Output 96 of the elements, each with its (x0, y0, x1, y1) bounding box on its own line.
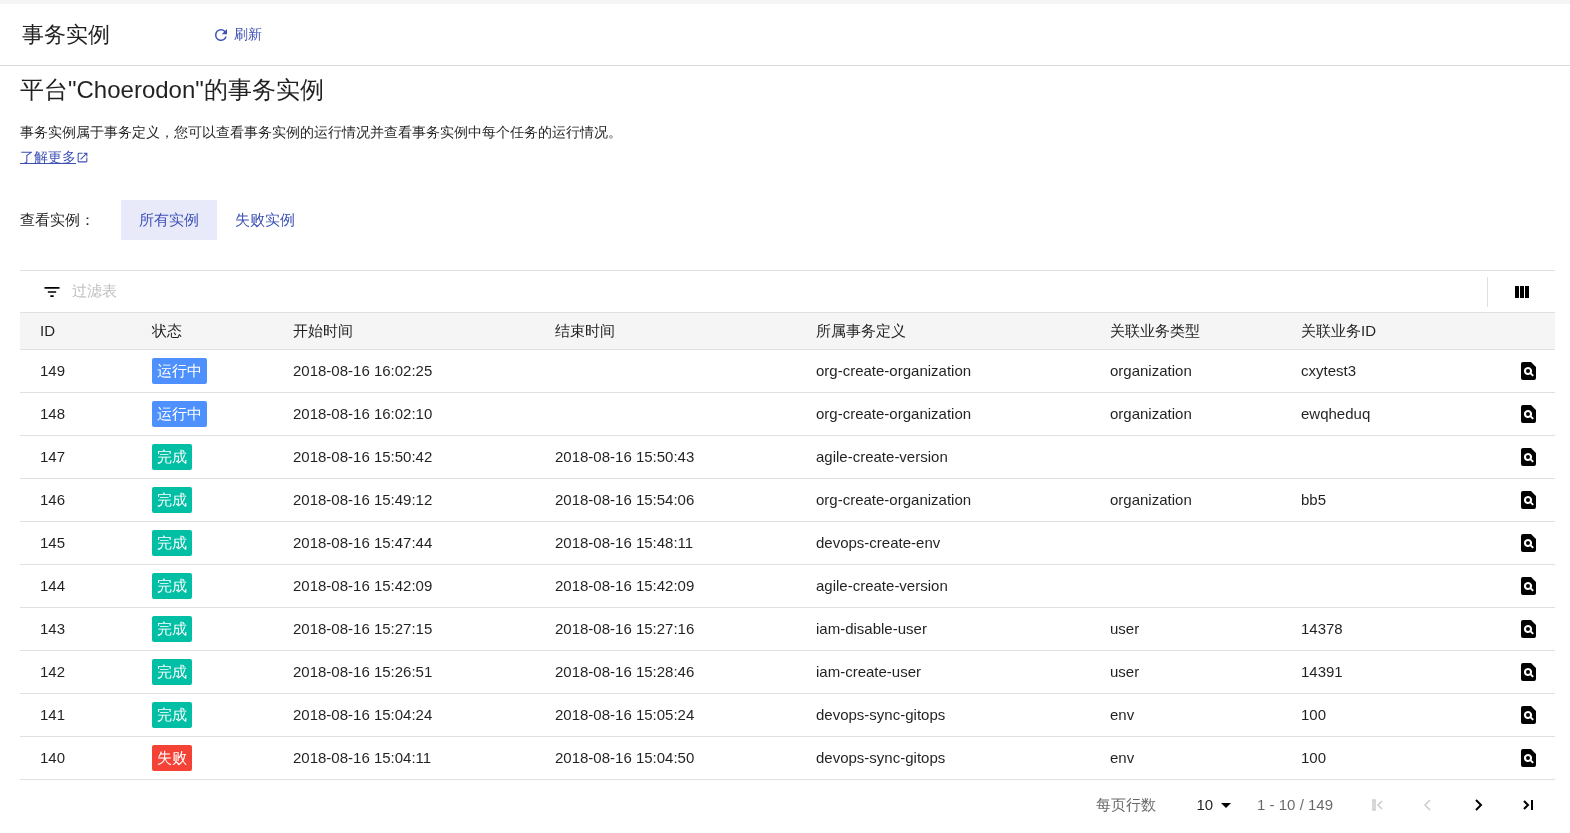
table-cell: 143 (40, 619, 66, 637)
view-details-icon[interactable] (1521, 362, 1537, 380)
table-cell: user (1110, 619, 1140, 637)
table-cell: 2018-08-16 15:50:42 (293, 447, 433, 465)
column-header: 状态 (152, 321, 182, 339)
status-badge: 完成 (152, 529, 192, 557)
learn-more-link[interactable]: 了解更多 (20, 145, 89, 170)
view-details-icon[interactable] (1521, 620, 1537, 638)
status-badge: 完成 (152, 486, 192, 514)
table-cell: devops-sync-gitops (816, 705, 946, 723)
table-cell: env (1110, 748, 1135, 766)
table-cell: 142 (40, 662, 66, 680)
table-cell: 2018-08-16 15:42:09 (555, 576, 695, 594)
status-badge: 运行中 (152, 357, 207, 385)
column-header: 结束时间 (555, 321, 615, 339)
table-cell: 2018-08-16 15:50:43 (555, 447, 695, 465)
table-cell: 2018-08-16 15:04:11 (293, 748, 432, 766)
table-cell: cxytest3 (1301, 361, 1357, 379)
table-cell: 14378 (1301, 619, 1343, 637)
table-cell: devops-create-env (816, 533, 941, 551)
table-cell: env (1110, 705, 1135, 723)
table-cell: 2018-08-16 15:27:15 (293, 619, 433, 637)
filter-input[interactable]: 过滤表 (72, 280, 1487, 303)
table-cell: 2018-08-16 15:47:44 (293, 533, 433, 551)
table-cell: iam-create-user (816, 662, 922, 680)
view-details-icon[interactable] (1521, 448, 1537, 466)
page-size-select[interactable]: 10 (1196, 793, 1232, 817)
status-badge: 完成 (152, 443, 192, 471)
table-cell: 141 (40, 705, 66, 723)
table-cell: iam-disable-user (816, 619, 927, 637)
table-cell: organization (1110, 490, 1192, 508)
table-cell: 100 (1301, 705, 1327, 723)
table-cell: 100 (1301, 748, 1327, 766)
table-cell: agile-create-version (816, 576, 948, 594)
last-page-icon (1521, 798, 1535, 812)
table-cell: 146 (40, 490, 66, 508)
column-header: 所属事务定义 (816, 321, 906, 339)
table-cell: org-create-organization (816, 361, 972, 379)
status-badge: 运行中 (152, 400, 207, 428)
table-cell: 2018-08-16 15:42:09 (293, 576, 433, 594)
status-badge: 完成 (152, 572, 192, 600)
table-cell: 2018-08-16 15:26:51 (293, 662, 433, 680)
external-link-icon (76, 151, 89, 164)
table-cell: organization (1110, 404, 1192, 422)
table-cell: 145 (40, 533, 66, 551)
table-cell: 2018-08-16 16:02:10 (293, 404, 433, 422)
table-cell: 148 (40, 404, 66, 422)
view-details-icon[interactable] (1521, 749, 1537, 767)
table-cell: agile-create-version (816, 447, 948, 465)
table-cell: 140 (40, 748, 66, 766)
refresh-button[interactable]: 刷新 (212, 24, 262, 45)
table-cell: 2018-08-16 15:28:46 (555, 662, 695, 680)
first-page-icon (1371, 798, 1385, 812)
status-badge: 完成 (152, 658, 192, 686)
table-cell: 2018-08-16 15:04:50 (555, 748, 695, 766)
column-header: ID (40, 321, 55, 339)
page-title: 平台"Choerodon"的事务实例 (20, 75, 325, 105)
table-cell: devops-sync-gitops (816, 748, 946, 766)
table-cell: 2018-08-16 15:27:16 (555, 619, 695, 637)
table-cell: 149 (40, 361, 66, 379)
view-details-icon[interactable] (1521, 706, 1537, 724)
table-cell: user (1110, 662, 1140, 680)
page-description: 事务实例属于事务定义，您可以查看事务实例的运行情况并查看事务实例中每个任务的运行情况。 了解更多 (20, 120, 660, 170)
table-cell: 144 (40, 576, 66, 594)
view-instances-label: 查看实例： (20, 209, 96, 230)
status-badge: 完成 (152, 701, 192, 729)
page-range: 1 - 10 / 149 (1257, 794, 1333, 815)
page-header-title: 事务实例 (22, 21, 111, 49)
table-cell: org-create-organization (816, 404, 972, 422)
table-cell: ewqheduq (1301, 404, 1371, 422)
table-cell: organization (1110, 361, 1192, 379)
status-badge: 失败 (152, 744, 192, 772)
column-header: 开始时间 (293, 321, 353, 339)
table-cell: 2018-08-16 16:02:25 (293, 361, 433, 379)
column-header: 关联业务ID (1301, 321, 1376, 339)
table-cell: 2018-08-16 15:54:06 (555, 490, 695, 508)
table-cell: 2018-08-16 15:48:11 (555, 533, 694, 551)
view-details-icon[interactable] (1521, 405, 1537, 423)
table-cell: bb5 (1301, 490, 1327, 508)
rows-per-page-label: 每页行数 (1096, 794, 1157, 815)
table-cell: org-create-organization (816, 490, 972, 508)
view-details-icon[interactable] (1521, 491, 1537, 509)
filter-tab[interactable]: 所有实例 (121, 200, 217, 240)
table-cell: 2018-08-16 15:04:24 (293, 705, 433, 723)
caret-icon (1221, 802, 1232, 808)
table-cell: 2018-08-16 15:05:24 (555, 705, 695, 723)
table-cell: 147 (40, 447, 66, 465)
filter-tab[interactable]: 失败实例 (217, 200, 313, 240)
column-header: 关联业务类型 (1110, 321, 1200, 339)
view-details-icon[interactable] (1521, 577, 1537, 595)
view-details-icon[interactable] (1521, 663, 1537, 681)
status-badge: 完成 (152, 615, 192, 643)
table-cell: 2018-08-16 15:49:12 (293, 490, 433, 508)
columns-icon[interactable] (1513, 284, 1530, 299)
view-details-icon[interactable] (1521, 534, 1537, 552)
table-cell: 14391 (1301, 662, 1343, 680)
